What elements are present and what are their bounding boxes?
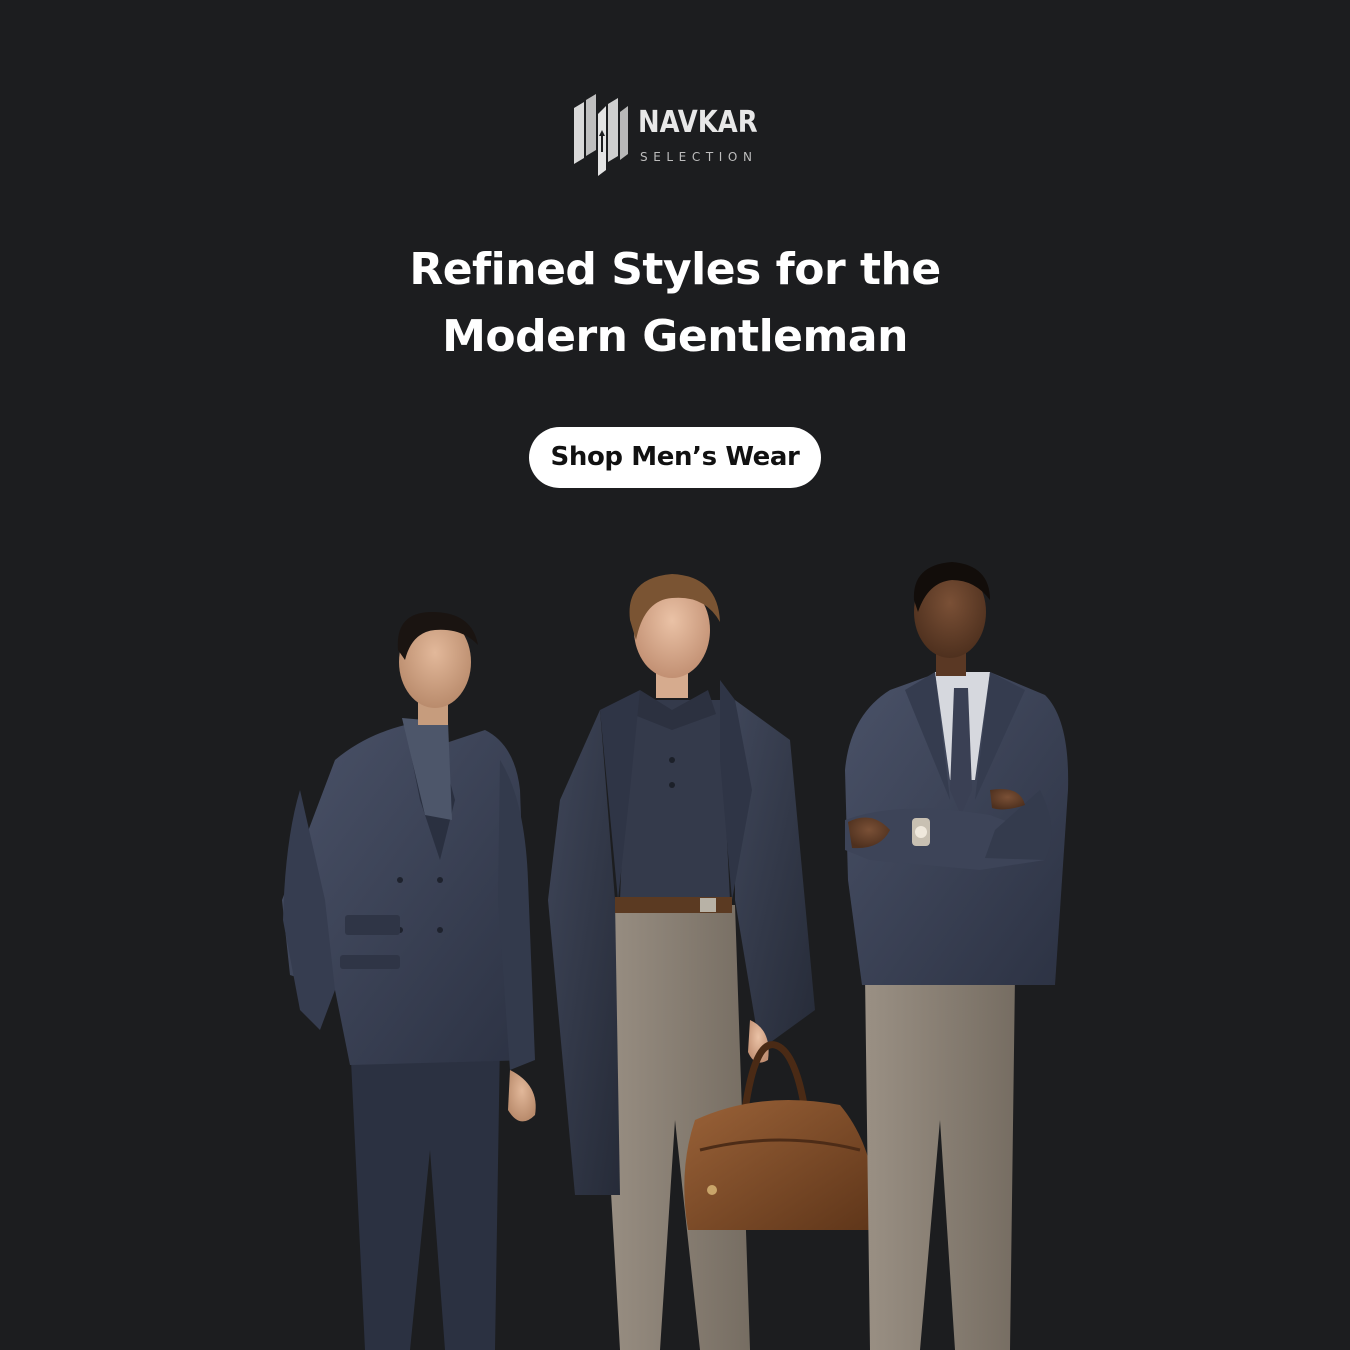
shop-mens-wear-button[interactable]: Shop Men’s Wear (529, 427, 821, 488)
hero-headline: Refined Styles for the Modern Gentleman (0, 236, 1350, 370)
model-middle (548, 574, 878, 1350)
brand-logo[interactable]: NAVKAR SELECTION (572, 92, 782, 180)
headline-line-2: Modern Gentleman (442, 311, 908, 362)
navkar-logo-icon (574, 94, 628, 176)
model-right (845, 562, 1069, 1350)
ad-banner: NAVKAR SELECTION Refined Styles for the … (0, 0, 1350, 1350)
brand-subtitle: SELECTION (640, 150, 758, 164)
models-image (282, 562, 1069, 1350)
brand-name: NAVKAR (638, 105, 758, 140)
model-left (282, 612, 536, 1350)
headline-line-1: Refined Styles for the (409, 244, 941, 295)
